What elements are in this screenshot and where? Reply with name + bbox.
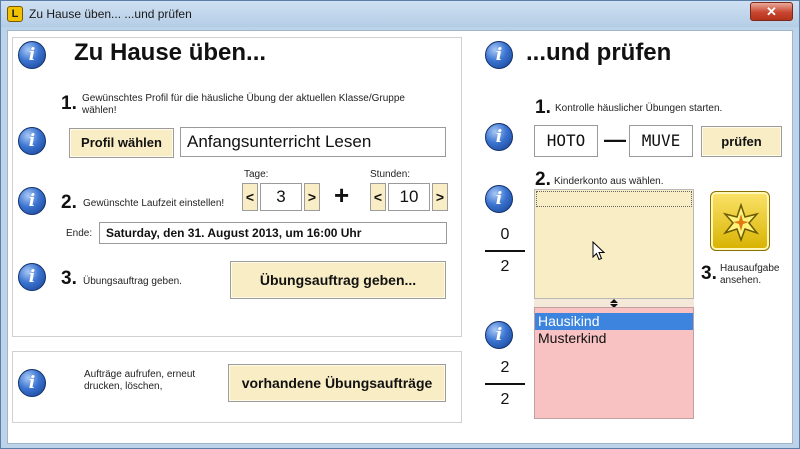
info-icon[interactable]: i — [485, 321, 513, 349]
list-splitter[interactable] — [534, 299, 694, 308]
check-step2-number: 2. — [535, 169, 551, 190]
step3-number: 3. — [61, 268, 77, 289]
open-assignments-list[interactable] — [534, 189, 694, 299]
days-increment-button[interactable]: > — [304, 183, 320, 211]
view-homework-button[interactable] — [710, 191, 770, 251]
existing-tasks-text: Aufträge aufrufen, erneut drucken, lösch… — [84, 369, 196, 392]
check-step2-instruction: Kinderkonto aus wählen. — [554, 176, 664, 187]
open-count-fraction: 0 2 — [483, 226, 527, 276]
open-count-denominator: 2 — [500, 258, 510, 275]
profile-field[interactable]: Anfangsunterricht Lesen — [180, 127, 446, 157]
open-count-numerator: 0 — [500, 226, 510, 243]
client-area: i Zu Hause üben... 1. Gewünschtes Profil… — [7, 30, 793, 444]
days-decrement-button[interactable]: < — [242, 183, 258, 211]
info-icon[interactable]: i — [485, 185, 513, 213]
hours-value[interactable]: 10 — [388, 183, 430, 211]
check-heading: ...und prüfen — [526, 39, 672, 66]
check-button[interactable]: prüfen — [701, 126, 782, 157]
step2-instruction: Gewünschte Laufzeit einstellen! — [83, 198, 225, 209]
done-count-fraction: 2 2 — [483, 359, 527, 409]
step2-number: 2. — [61, 192, 77, 213]
step1-number: 1. — [61, 93, 77, 114]
give-assignment-button[interactable]: Übungsauftrag geben... — [230, 261, 446, 299]
done-count-numerator: 2 — [500, 359, 510, 376]
hours-increment-button[interactable]: > — [432, 183, 448, 211]
app-logo-icon: L — [7, 6, 23, 22]
code-field-1[interactable]: HOTO — [534, 125, 598, 157]
check-step3-number: 3. — [701, 263, 717, 284]
info-icon[interactable]: i — [18, 263, 46, 291]
info-icon[interactable]: i — [18, 187, 46, 215]
check-step1-instruction: Kontrolle häuslicher Übungen starten. — [555, 103, 723, 114]
title-bar: L Zu Hause üben... ...und prüfen ✕ — [1, 1, 799, 27]
list-item-selected[interactable]: Hausikind — [535, 313, 693, 330]
info-icon[interactable]: i — [18, 41, 46, 69]
code-field-2[interactable]: MUVE — [629, 125, 693, 157]
done-count-denominator: 2 — [500, 391, 510, 408]
end-date-field: Saturday, den 31. August 2013, um 16:00 … — [99, 222, 447, 244]
plus-sign: + — [334, 180, 350, 210]
list-item[interactable]: Musterkind — [535, 330, 693, 347]
hours-label: Stunden: — [370, 169, 411, 180]
window-title: Zu Hause üben... ...und prüfen — [29, 7, 192, 21]
info-icon[interactable]: i — [18, 369, 46, 397]
children-list[interactable]: Hausikind Musterkind — [534, 307, 694, 419]
hours-decrement-button[interactable]: < — [370, 183, 386, 211]
close-button[interactable]: ✕ — [750, 2, 793, 21]
check-step1-number: 1. — [535, 97, 551, 118]
step3-instruction: Übungsauftrag geben. — [83, 276, 182, 287]
app-window: L Zu Hause üben... ...und prüfen ✕ i Zu … — [0, 0, 800, 449]
choose-profile-button[interactable]: Profil wählen — [69, 128, 174, 158]
info-icon[interactable]: i — [485, 41, 513, 69]
star-icon — [722, 202, 760, 243]
fraction-bar — [485, 383, 525, 385]
days-label: Tage: — [244, 169, 269, 180]
info-icon[interactable]: i — [485, 123, 513, 151]
code-separator: — — [604, 127, 626, 152]
end-label: Ende: — [66, 228, 93, 239]
list-focus-row — [536, 191, 692, 207]
fraction-bar — [485, 250, 525, 252]
check-step3-instruction: Hausaufgabe ansehen. — [720, 263, 780, 286]
days-value[interactable]: 3 — [260, 183, 302, 211]
practice-heading: Zu Hause üben... — [74, 39, 267, 66]
info-icon[interactable]: i — [18, 127, 46, 155]
step1-instruction: Gewünschtes Profil für die häusliche Übu… — [82, 93, 405, 116]
existing-assignments-button[interactable]: vorhandene Übungsaufträge — [228, 364, 446, 402]
